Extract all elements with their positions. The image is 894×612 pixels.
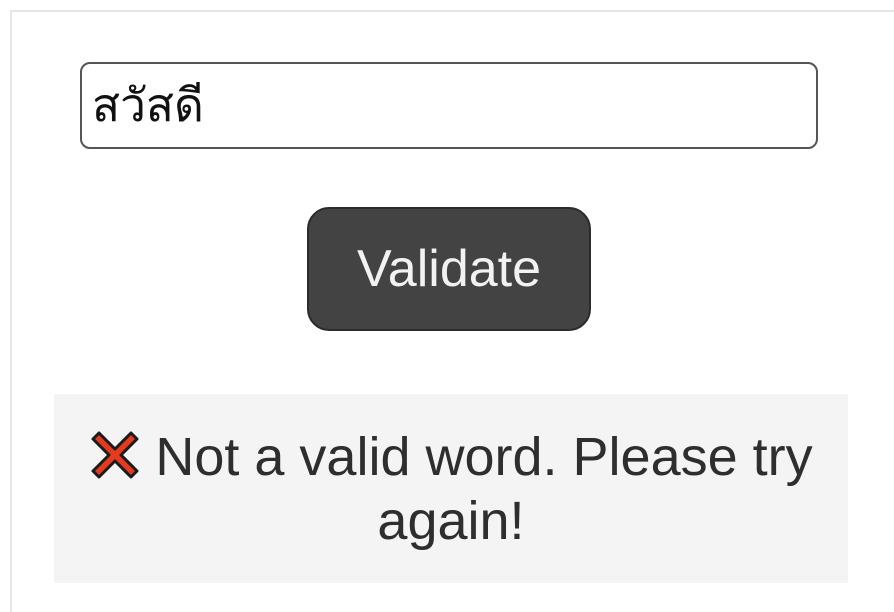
- validate-button[interactable]: Validate: [307, 207, 591, 331]
- result-message-text: Not a valid word. Please try again!: [155, 426, 813, 551]
- result-message: Not a valid word. Please try again!: [68, 425, 834, 553]
- word-input[interactable]: [80, 62, 818, 149]
- result-message-box: Not a valid word. Please try again!: [54, 394, 848, 583]
- cross-icon: [91, 431, 139, 478]
